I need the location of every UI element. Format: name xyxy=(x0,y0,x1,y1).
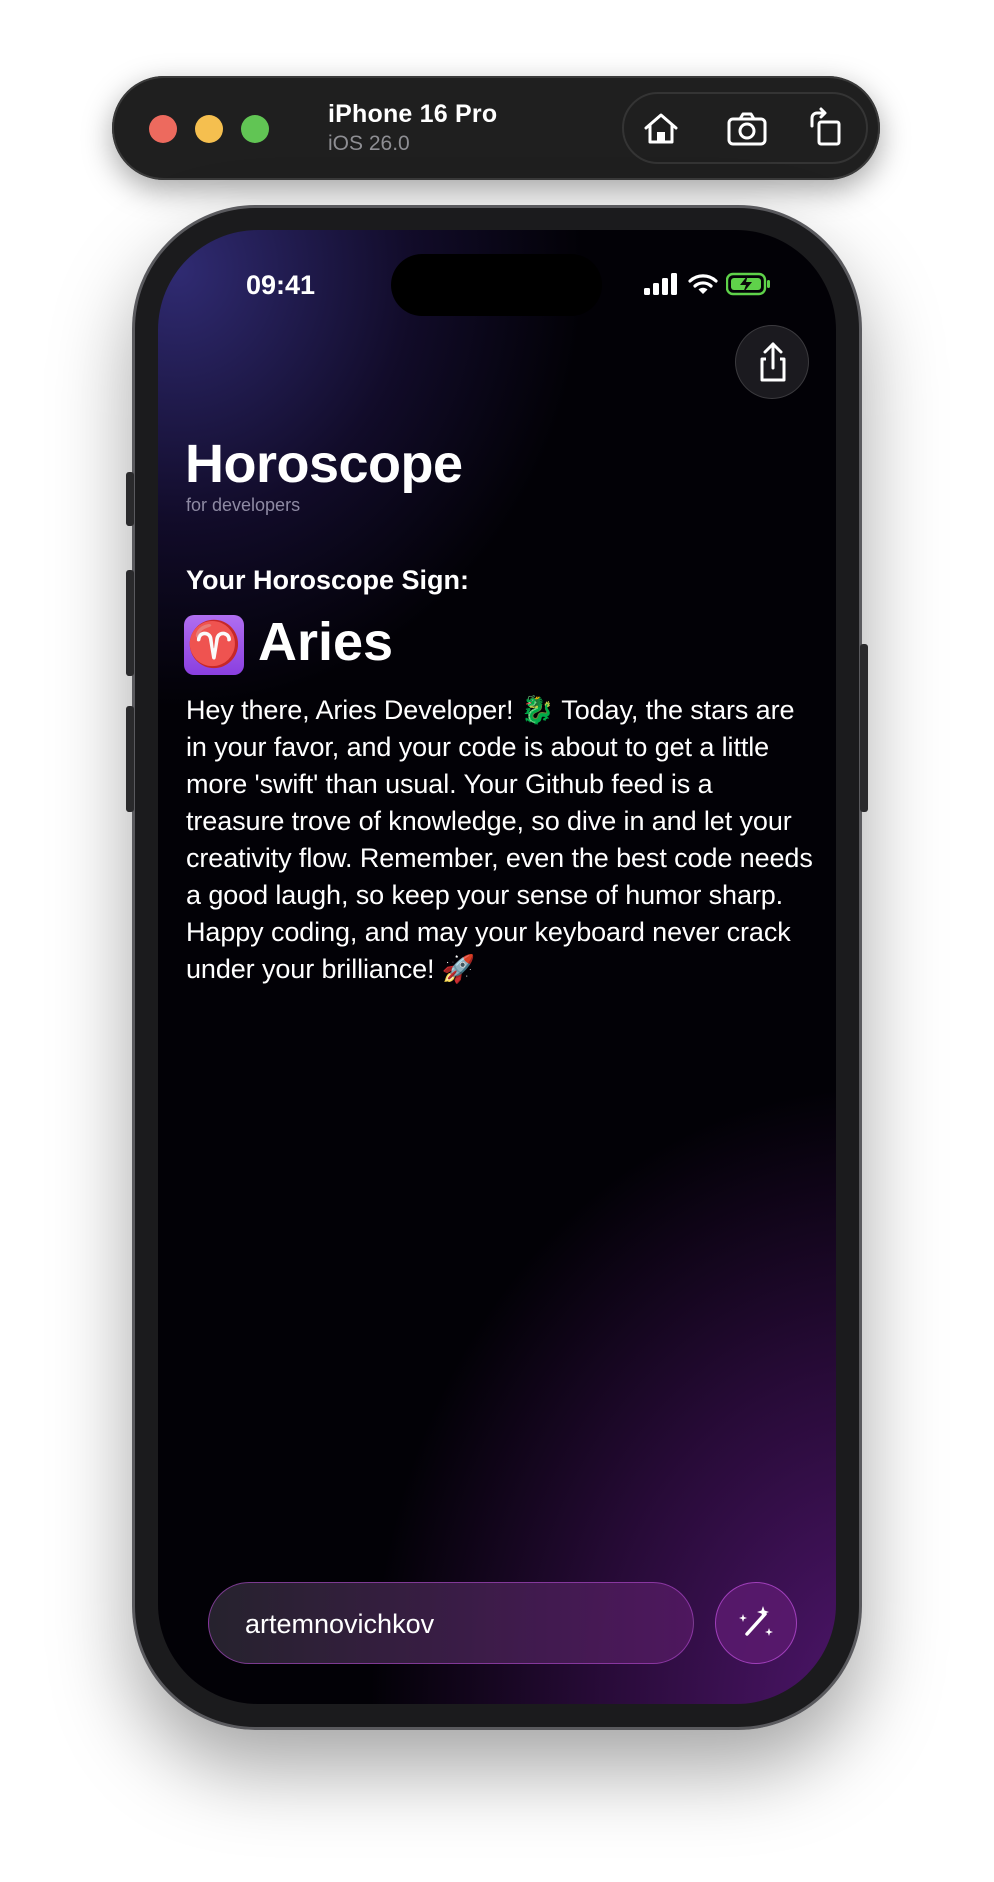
magic-wand-icon xyxy=(739,1606,773,1636)
username-input[interactable] xyxy=(243,1583,667,1665)
aries-sign-icon: ♈ xyxy=(184,615,244,675)
close-window-button[interactable] xyxy=(149,115,177,143)
username-field[interactable] xyxy=(208,1582,694,1665)
generate-horoscope-button[interactable] xyxy=(715,1582,797,1664)
app-screen: 09:41 Horoscope for developers Your Horo… xyxy=(158,230,836,1704)
rotate-icon xyxy=(810,107,841,146)
os-version: iOS 26.0 xyxy=(328,132,410,155)
zoom-window-button[interactable] xyxy=(241,115,269,143)
sign-label: Your Horoscope Sign: xyxy=(186,565,470,595)
status-time: 09:41 xyxy=(246,270,316,300)
battery-charging-icon xyxy=(726,272,770,296)
home-button[interactable] xyxy=(636,104,686,154)
minimize-window-button[interactable] xyxy=(195,115,223,143)
home-icon xyxy=(644,113,678,144)
share-icon xyxy=(760,342,786,382)
wifi-icon xyxy=(688,274,718,294)
app-subtitle: for developers xyxy=(186,495,301,515)
volume-up-button[interactable] xyxy=(126,570,134,676)
simulator-tool-group xyxy=(622,92,868,164)
status-icons xyxy=(644,272,774,296)
action-button[interactable] xyxy=(126,472,134,526)
volume-down-button[interactable] xyxy=(126,706,134,812)
power-button[interactable] xyxy=(860,644,868,812)
screenshot-button[interactable] xyxy=(722,104,772,154)
simulator-toolbar: iPhone 16 Pro iOS 26.0 xyxy=(112,76,880,180)
horoscope-message: Hey there, Aries Developer! 🐉 Today, the… xyxy=(186,695,813,984)
cellular-signal-icon xyxy=(644,273,677,295)
dynamic-island xyxy=(391,254,602,316)
sign-symbol: ♈ xyxy=(186,620,242,669)
app-title: Horoscope xyxy=(185,434,463,494)
screenshot-icon xyxy=(727,112,767,146)
share-button[interactable] xyxy=(735,325,809,399)
device-name: iPhone 16 Pro xyxy=(328,100,498,128)
sign-name: Aries xyxy=(258,612,394,672)
rotate-button[interactable] xyxy=(802,104,852,154)
